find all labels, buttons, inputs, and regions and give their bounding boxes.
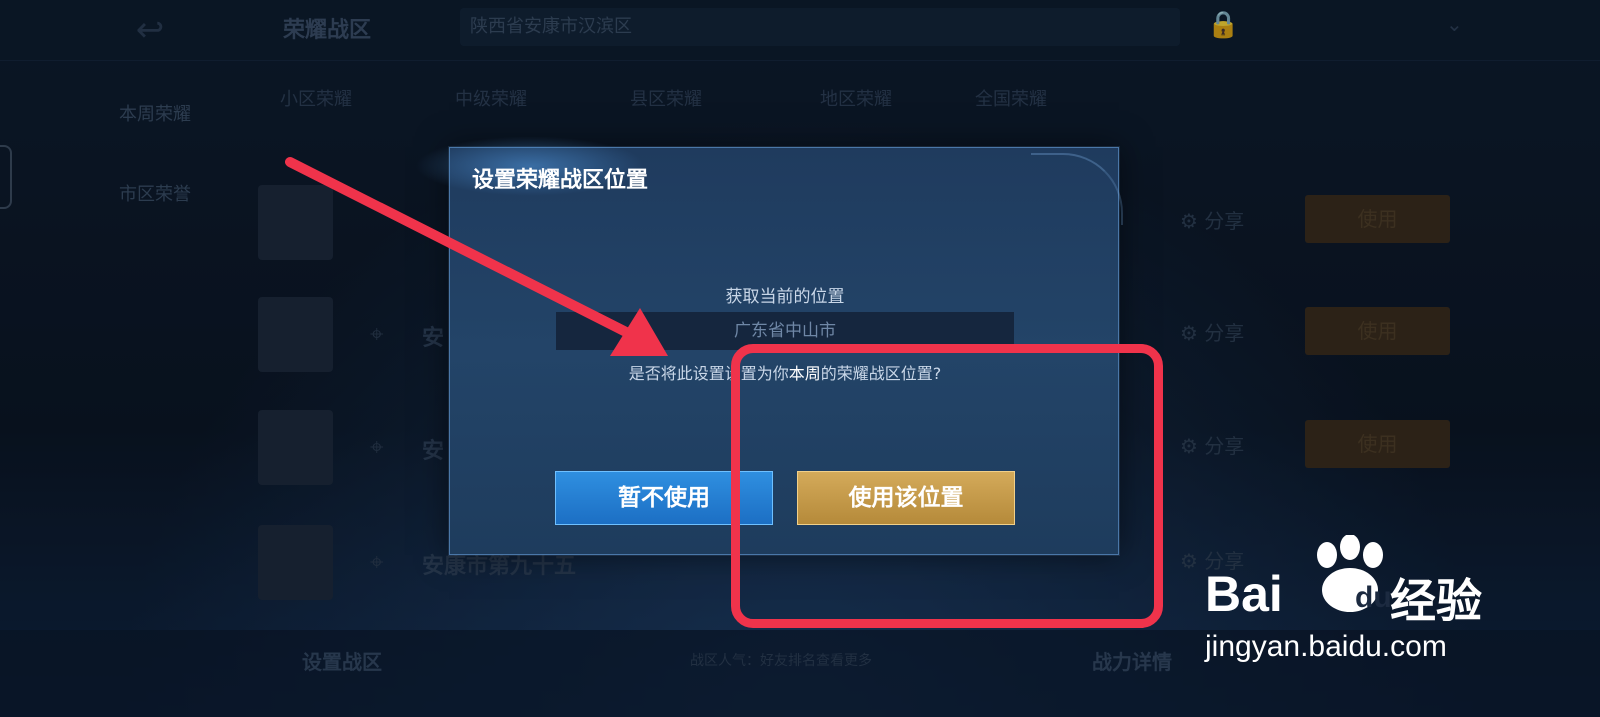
dialog-subtitle: 获取当前的位置 — [725, 287, 845, 307]
annotation-highlight-box — [731, 344, 1163, 628]
baidu-watermark: Bai du 经验 jingyan.baidu.com — [1205, 535, 1595, 675]
watermark-brand: Bai — [1205, 566, 1283, 622]
watermark-url: jingyan.baidu.com — [1205, 630, 1447, 663]
cloud-ornament-right — [1031, 153, 1123, 225]
watermark-du: du — [1355, 581, 1392, 614]
watermark-jingyan: 经验 — [1390, 574, 1482, 628]
dialog-title: 设置荣耀战区位置 — [472, 168, 649, 193]
